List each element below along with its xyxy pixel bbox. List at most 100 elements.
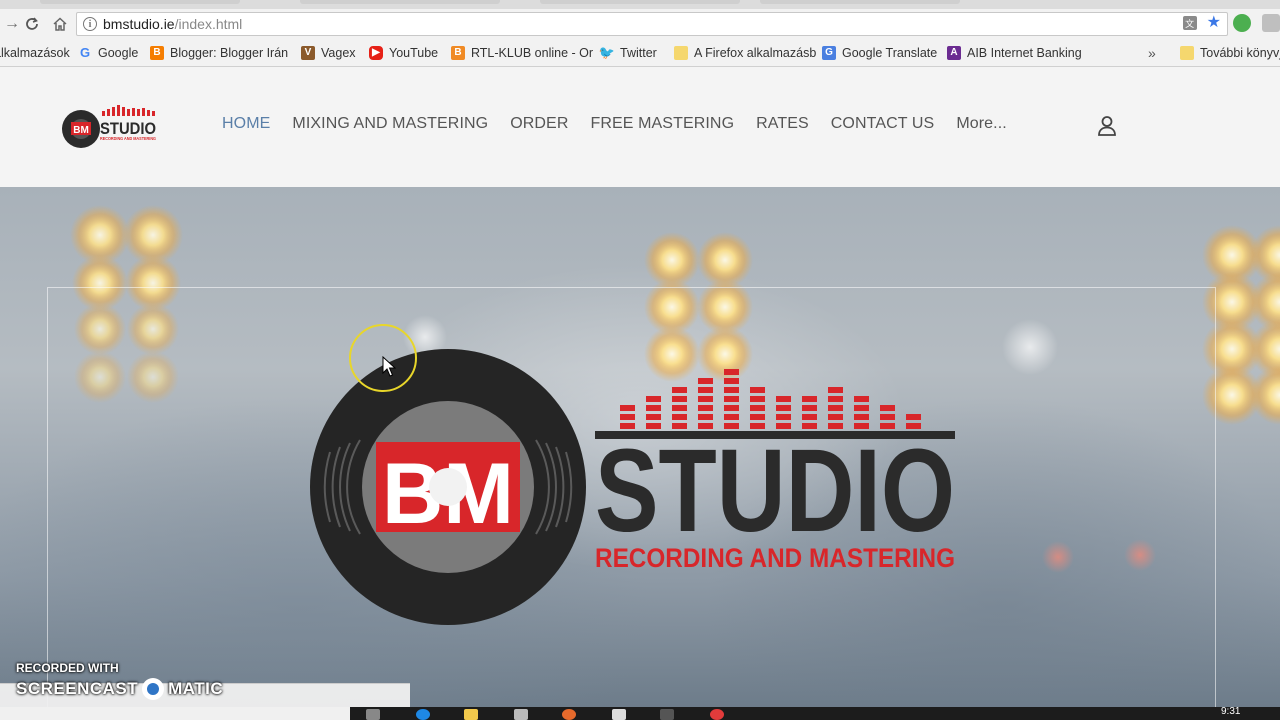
- nav-free-mastering[interactable]: FREE MASTERING: [590, 115, 734, 133]
- equalizer-bar: [802, 405, 817, 411]
- bookmark-label: A Firefox alkalmazásb: [694, 45, 817, 60]
- mouse-cursor-icon: [382, 356, 396, 377]
- app-icon[interactable]: [710, 709, 724, 720]
- bookmark-label: Blogger: Blogger Irán: [170, 45, 289, 60]
- site-info-icon[interactable]: i: [83, 17, 97, 31]
- bookmark-item[interactable]: További könyvj: [1180, 39, 1280, 66]
- equalizer-bar: [698, 414, 713, 420]
- taskbar-search-box[interactable]: [0, 707, 350, 720]
- url-host: bmstudio.ie: [103, 16, 175, 32]
- watermark-brand-right: MATIC: [168, 679, 224, 698]
- equalizer-bar: [750, 405, 765, 411]
- equalizer-bar: [646, 405, 661, 411]
- equalizer-bar: [906, 414, 921, 420]
- tab-edge[interactable]: [40, 0, 240, 4]
- watermark-line1: RECORDED WITH: [16, 661, 119, 675]
- equalizer-bar: [750, 387, 765, 393]
- equalizer-bar: [646, 396, 661, 402]
- equalizer-bar: [672, 414, 687, 420]
- edge-browser-icon[interactable]: [416, 709, 430, 720]
- bookmark-label: További könyvj: [1200, 45, 1280, 60]
- equalizer-bar: [828, 405, 843, 411]
- bookmark-label: Vagex: [321, 45, 356, 60]
- bookmark-item[interactable]: G Google Translate: [822, 39, 937, 66]
- bookmark-item[interactable]: alkalmazások: [0, 39, 70, 66]
- bookmark-item[interactable]: B Blogger: Blogger Irán: [150, 39, 288, 66]
- file-explorer-icon[interactable]: [464, 709, 478, 720]
- equalizer-bar: [620, 405, 635, 411]
- store-icon[interactable]: [514, 709, 528, 720]
- bookmark-label: YouTube: [389, 45, 439, 60]
- hero-banner: BM STUDIO RECORDING AND MASTERING: [0, 187, 1280, 707]
- equalizer-bar: [724, 414, 739, 420]
- nav-contact-us[interactable]: CONTACT US: [831, 115, 935, 133]
- youtube-icon: ▶: [369, 45, 383, 60]
- app-icon[interactable]: [562, 709, 576, 720]
- equalizer-bar: [698, 387, 713, 393]
- equalizer-bar: [880, 405, 895, 411]
- equalizer-bar: [828, 396, 843, 402]
- reload-stop-icon[interactable]: [20, 13, 44, 35]
- bookmarks-overflow-button[interactable]: »: [1148, 39, 1156, 66]
- bookmark-label: AIB Internet Banking: [967, 45, 1082, 60]
- translate-page-icon[interactable]: 文: [1182, 16, 1197, 30]
- nav-order[interactable]: ORDER: [510, 115, 568, 133]
- taskbar-clock[interactable]: 9:31: [1221, 706, 1240, 717]
- equalizer-bar: [854, 405, 869, 411]
- hero-logo: BM STUDIO RECORDING AND MASTERING: [310, 349, 955, 625]
- rtl-icon: B: [451, 45, 465, 60]
- home-icon[interactable]: [48, 13, 72, 35]
- equalizer-bar: [724, 387, 739, 393]
- twitter-icon: 🐦: [598, 44, 616, 60]
- browser-tab-strip: [0, 0, 1280, 9]
- nav-rates[interactable]: RATES: [756, 115, 809, 133]
- bookmark-item[interactable]: 🐦 Twitter: [598, 39, 657, 66]
- vagex-icon: V: [301, 45, 315, 60]
- task-view-icon[interactable]: [366, 709, 380, 720]
- watermark-brand-left: SCREENCAST: [16, 679, 139, 698]
- bookmark-item[interactable]: G Google: [78, 39, 138, 66]
- main-nav: HOME MIXING AND MASTERING ORDER FREE MAS…: [222, 115, 1029, 133]
- extension-icon[interactable]: [1233, 14, 1251, 32]
- app-icon[interactable]: [660, 709, 674, 720]
- translate-icon: G: [822, 45, 836, 60]
- bookmark-item[interactable]: ▶ YouTube: [369, 39, 438, 66]
- equalizer-bar: [698, 378, 713, 384]
- site-logo[interactable]: BM STUDIO RECORDING AND MASTERING: [60, 103, 160, 149]
- equalizer-bar: [646, 414, 661, 420]
- equalizer-bar: [672, 387, 687, 393]
- bookmark-label: Google: [98, 45, 139, 60]
- nav-home[interactable]: HOME: [222, 115, 270, 133]
- tab-edge[interactable]: [760, 0, 960, 4]
- equalizer-bar: [698, 405, 713, 411]
- bookmark-item[interactable]: A Firefox alkalmazásb: [674, 39, 816, 66]
- equalizer-bar: [828, 414, 843, 420]
- equalizer-bar: [854, 414, 869, 420]
- folder-icon: [1180, 45, 1194, 60]
- tab-edge[interactable]: [300, 0, 500, 4]
- user-account-icon[interactable]: [1097, 115, 1117, 137]
- browser-toolbar: → i bmstudio.ie/index.html 文 ★: [0, 9, 1280, 39]
- address-bar[interactable]: i bmstudio.ie/index.html 文 ★: [76, 12, 1228, 36]
- bookmark-item[interactable]: V Vagex: [301, 39, 356, 66]
- bookmarks-bar: alkalmazások G Google B Blogger: Blogger I…: [0, 39, 1280, 67]
- hero-logo-word: STUDIO: [595, 425, 955, 557]
- google-icon: G: [79, 45, 91, 60]
- equalizer-bar: [880, 414, 895, 420]
- nav-mixing-and-mastering[interactable]: MIXING AND MASTERING: [292, 115, 488, 133]
- app-icon[interactable]: [612, 709, 626, 720]
- overflow-chevron-icon: »: [1148, 44, 1156, 61]
- bookmark-star-icon[interactable]: ★: [1207, 15, 1221, 31]
- bookmark-item[interactable]: B RTL-KLUB online - Or: [451, 39, 593, 66]
- equalizer-bar: [854, 396, 869, 402]
- bookmark-item[interactable]: A AIB Internet Banking: [947, 39, 1082, 66]
- extension-icon[interactable]: [1262, 14, 1280, 32]
- equalizer-bar: [724, 369, 739, 375]
- equalizer-bar: [802, 414, 817, 420]
- site-header: BM STUDIO RECORDING AND MASTERING HOME M…: [0, 67, 1280, 187]
- tab-edge[interactable]: [540, 0, 740, 4]
- equalizer-bar: [776, 414, 791, 420]
- nav-more[interactable]: More...: [956, 115, 1007, 133]
- folder-icon: [674, 45, 688, 60]
- bookmark-label: Google Translate: [842, 45, 938, 60]
